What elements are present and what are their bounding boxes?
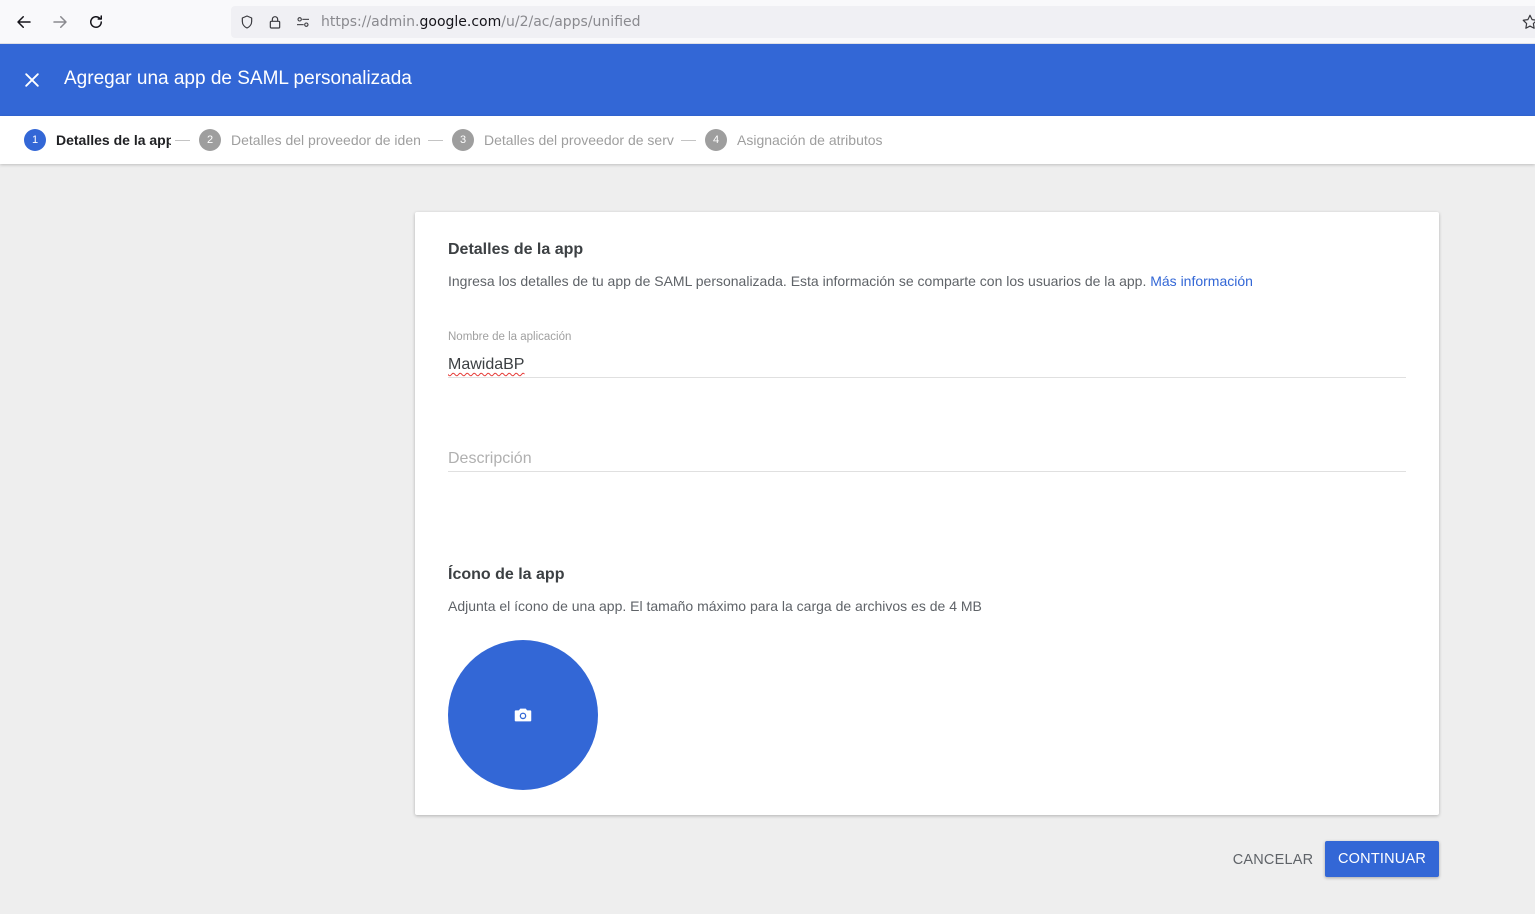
stepper: 1 Detalles de la app 2 Detalles del prov… <box>0 116 1535 164</box>
icon-section-title: Ícono de la app <box>448 566 565 583</box>
shield-icon[interactable] <box>238 13 256 31</box>
app-name-underline <box>448 377 1406 378</box>
permissions-icon[interactable] <box>294 13 312 31</box>
reload-icon <box>90 15 102 28</box>
details-section-title: Detalles de la app <box>448 241 584 258</box>
step-label: Detalles del proveedor de servicios <box>484 132 674 148</box>
back-button[interactable] <box>10 8 38 36</box>
step-number: 4 <box>705 129 727 151</box>
description-underline <box>448 471 1406 472</box>
step-attribute-mapping[interactable]: 4 Asignación de atributos <box>705 129 883 151</box>
step-number: 1 <box>24 129 46 151</box>
url-path: /u/2/ac/apps/unified <box>501 14 641 30</box>
step-sp-details[interactable]: 3 Detalles del proveedor de servicios <box>452 129 674 151</box>
upload-icon-button[interactable] <box>448 640 598 790</box>
bookmark-star-icon[interactable] <box>1521 13 1535 31</box>
close-button[interactable] <box>20 68 44 92</box>
step-number: 3 <box>452 129 474 151</box>
step-divider <box>681 140 696 141</box>
camera-icon <box>514 708 532 722</box>
more-info-link[interactable]: Más información <box>1150 273 1253 289</box>
arrow-right-icon <box>53 16 67 28</box>
reload-button[interactable] <box>82 8 110 36</box>
arrow-left-icon <box>17 16 31 28</box>
icon-section-description: Adjunta el ícono de una app. El tamaño m… <box>448 598 982 614</box>
url-domain: google.com <box>419 14 502 30</box>
url-text[interactable]: https://admin.google.com/u/2/ac/apps/uni… <box>321 14 641 30</box>
url-bar[interactable]: https://admin.google.com/u/2/ac/apps/uni… <box>231 6 1535 38</box>
step-divider <box>428 140 443 141</box>
details-section-description: Ingresa los detalles de tu app de SAML p… <box>448 273 1253 289</box>
cancel-button[interactable]: CANCELAR <box>1222 842 1324 878</box>
page-title: Agregar una app de SAML personalizada <box>64 68 412 89</box>
url-prefix: https://admin. <box>321 14 420 30</box>
app-header: Agregar una app de SAML personalizada <box>0 44 1535 116</box>
lock-icon[interactable] <box>266 13 284 31</box>
step-number: 2 <box>199 129 221 151</box>
continue-button[interactable]: CONTINUAR <box>1325 841 1439 877</box>
step-app-details[interactable]: 1 Detalles de la app <box>24 129 171 151</box>
app-name-value: MawidaBP <box>448 356 525 373</box>
app-name-label: Nombre de la aplicación <box>448 331 572 343</box>
app-details-card: Detalles de la app Ingresa los detalles … <box>415 212 1439 815</box>
app-name-input[interactable]: MawidaBP <box>448 356 1406 378</box>
close-icon <box>25 73 39 87</box>
description-input[interactable] <box>448 448 1406 470</box>
step-label: Detalles del proveedor de identidad <box>231 132 421 148</box>
step-idp-details[interactable]: 2 Detalles del proveedor de identidad <box>199 129 421 151</box>
step-label: Asignación de atributos <box>737 132 883 148</box>
forward-button[interactable] <box>46 8 74 36</box>
step-label: Detalles de la app <box>56 132 171 148</box>
details-description-text: Ingresa los detalles de tu app de SAML p… <box>448 273 1147 289</box>
step-divider <box>175 140 190 141</box>
browser-toolbar: https://admin.google.com/u/2/ac/apps/uni… <box>0 0 1535 44</box>
